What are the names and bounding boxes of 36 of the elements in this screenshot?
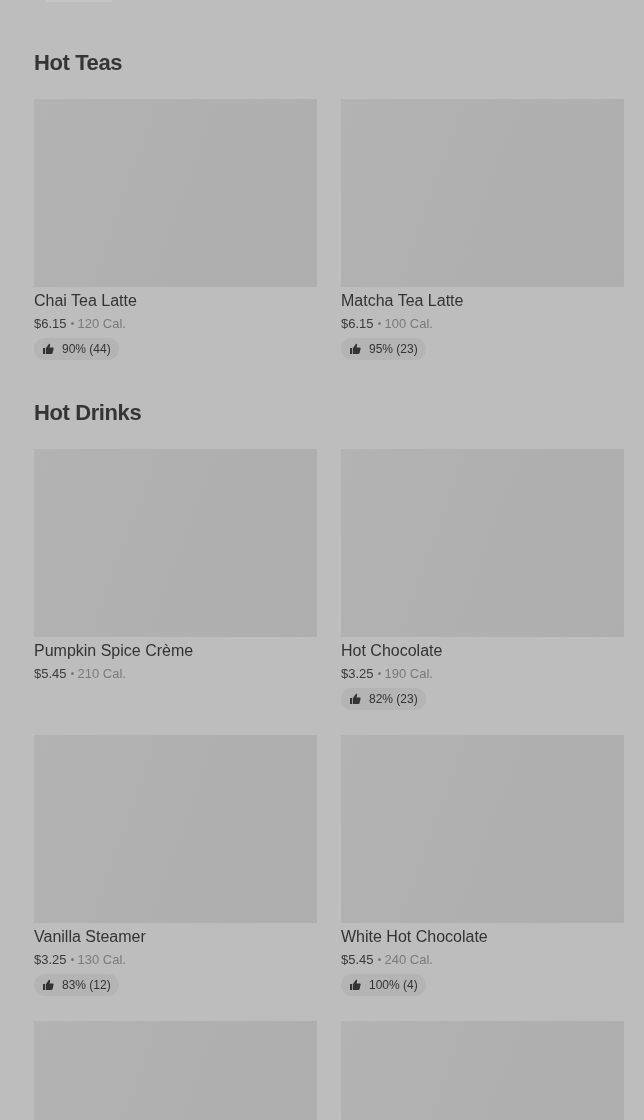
section-heading: Hot Drinks [34, 399, 143, 427]
separator-dot [70, 322, 74, 325]
item-name[interactable]: Matcha Tea Latte [341, 291, 464, 311]
rating-text: 90% (44) [62, 341, 111, 357]
rating-text: 83% (12) [62, 977, 111, 993]
separator-dot [377, 672, 381, 675]
thumbs-up-icon [349, 979, 361, 991]
item-price: $6.15 [341, 315, 374, 332]
separator-dot [377, 322, 381, 325]
separator-dot [377, 958, 381, 961]
item-name[interactable]: Pumpkin Spice Crème [34, 641, 194, 661]
rating-text: 100% (4) [369, 977, 418, 993]
separator-dot [70, 958, 74, 961]
item-price: $5.45 [34, 665, 67, 682]
thumbs-up-icon [42, 343, 54, 355]
item-calories: 190 Cal. [384, 665, 433, 682]
item-calories: 130 Cal. [77, 951, 126, 968]
item-price: $3.25 [34, 951, 67, 968]
item-price: $6.15 [34, 315, 67, 332]
rating-text: 95% (23) [369, 341, 418, 357]
separator-dot [70, 672, 74, 675]
item-calories: 210 Cal. [77, 665, 126, 682]
item-name[interactable]: Chai Tea Latte [34, 291, 137, 311]
item-calories: 240 Cal. [384, 951, 433, 968]
rating-text: 82% (23) [369, 691, 418, 707]
section-heading: Hot Teas [34, 49, 124, 77]
thumbs-up-icon [349, 343, 361, 355]
item-calories: 100 Cal. [384, 315, 433, 332]
item-name[interactable]: Hot Chocolate [341, 641, 443, 661]
item-price: $3.25 [341, 665, 374, 682]
item-name[interactable]: White Hot Chocolate [341, 927, 488, 947]
thumbs-up-icon [349, 693, 361, 705]
thumbs-up-icon [42, 979, 54, 991]
item-price: $5.45 [341, 951, 374, 968]
item-calories: 120 Cal. [77, 315, 126, 332]
item-name[interactable]: Vanilla Steamer [34, 927, 146, 947]
